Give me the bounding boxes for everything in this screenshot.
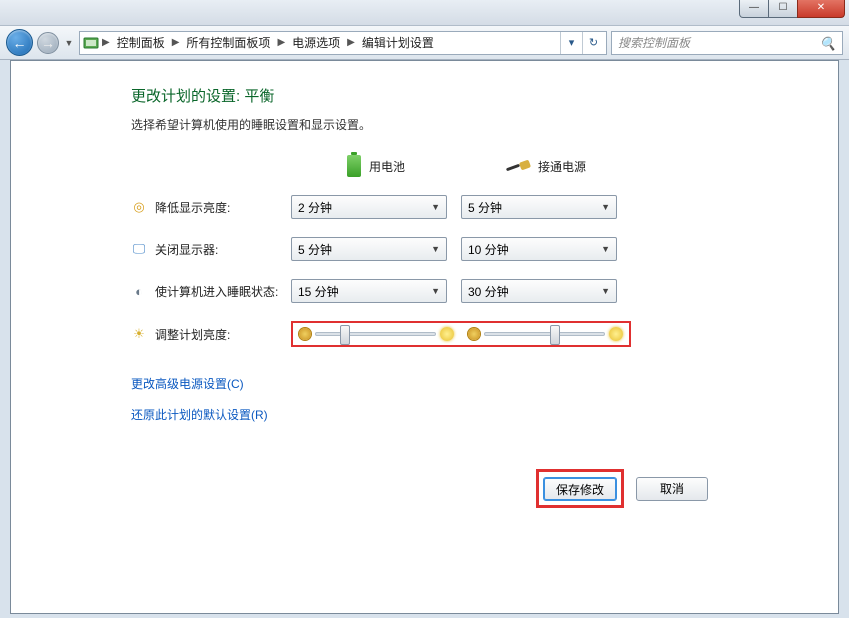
moon-icon: ◐ bbox=[131, 283, 147, 299]
history-dropdown[interactable]: ▼ bbox=[63, 33, 75, 53]
maximize-button[interactable]: ☐ bbox=[768, 0, 798, 18]
minimize-button[interactable]: — bbox=[739, 0, 769, 18]
page-title: 更改计划的设置: 平衡 bbox=[131, 85, 838, 106]
dialog-buttons: 保存修改 取消 bbox=[536, 469, 708, 508]
slider-track[interactable] bbox=[484, 332, 605, 336]
address-dropdown[interactable]: ▾ bbox=[560, 32, 582, 54]
settings-grid: 用电池 接通电源 ◎ 降低显示亮度: 2 分钟 5 分钟 🖵 关闭显示器: 5 … bbox=[131, 155, 838, 347]
control-panel-icon bbox=[82, 34, 100, 52]
restore-defaults-link[interactable]: 还原此计划的默认设置(R) bbox=[131, 406, 838, 423]
chevron-right-icon[interactable]: ▶ bbox=[170, 37, 182, 48]
slider-thumb[interactable] bbox=[550, 325, 560, 345]
breadcrumb-power-options[interactable]: 电源选项 bbox=[287, 32, 345, 54]
breadcrumb-root[interactable]: 控制面板 bbox=[112, 32, 170, 54]
sleep-battery-select[interactable]: 15 分钟 bbox=[291, 279, 447, 303]
sun-bright-icon bbox=[609, 327, 623, 341]
column-header-battery: 用电池 bbox=[291, 155, 461, 177]
chevron-right-icon[interactable]: ▶ bbox=[275, 37, 287, 48]
column-header-plugged: 接通电源 bbox=[461, 158, 631, 175]
column-header-battery-label: 用电池 bbox=[369, 158, 405, 175]
row-dim-text: 降低显示亮度: bbox=[155, 199, 230, 216]
row-brightness-label: ☀ 调整计划亮度: bbox=[131, 326, 291, 343]
content-pane: 更改计划的设置: 平衡 选择希望计算机使用的睡眠设置和显示设置。 用电池 接通电… bbox=[10, 60, 839, 614]
off-battery-value: 5 分钟 bbox=[298, 241, 332, 258]
brightness-battery-slider[interactable] bbox=[299, 327, 454, 341]
sun-dim-icon: ◎ bbox=[131, 199, 147, 215]
row-off-label: 🖵 关闭显示器: bbox=[131, 241, 291, 258]
search-placeholder: 搜索控制面板 bbox=[618, 34, 690, 51]
brightness-icon: ☀ bbox=[131, 326, 147, 342]
dim-battery-select[interactable]: 2 分钟 bbox=[291, 195, 447, 219]
row-sleep-text: 使计算机进入睡眠状态: bbox=[155, 283, 278, 300]
search-icon: 🔍 bbox=[820, 36, 836, 52]
dim-plugged-value: 5 分钟 bbox=[468, 199, 502, 216]
off-plugged-select[interactable]: 10 分钟 bbox=[461, 237, 617, 261]
window-titlebar: — ☐ ✕ bbox=[0, 0, 849, 26]
search-input[interactable]: 搜索控制面板 🔍 bbox=[611, 31, 843, 55]
brightness-plugged-slider[interactable] bbox=[468, 327, 623, 341]
refresh-button[interactable]: ↻ bbox=[582, 32, 604, 54]
breadcrumb-edit-plan[interactable]: 编辑计划设置 bbox=[357, 32, 439, 54]
cancel-button[interactable]: 取消 bbox=[636, 477, 708, 501]
sun-dim-icon bbox=[468, 328, 480, 340]
sun-dim-icon bbox=[299, 328, 311, 340]
forward-button[interactable]: → bbox=[37, 32, 59, 54]
row-brightness-text: 调整计划亮度: bbox=[155, 326, 230, 343]
save-button[interactable]: 保存修改 bbox=[543, 477, 617, 501]
off-battery-select[interactable]: 5 分钟 bbox=[291, 237, 447, 261]
plug-icon bbox=[506, 159, 530, 173]
sleep-plugged-value: 30 分钟 bbox=[468, 283, 509, 300]
row-sleep-label: ◐ 使计算机进入睡眠状态: bbox=[131, 283, 291, 300]
slider-thumb[interactable] bbox=[340, 325, 350, 345]
address-bar[interactable]: ▶ 控制面板 ▶ 所有控制面板项 ▶ 电源选项 ▶ 编辑计划设置 ▾ ↻ bbox=[79, 31, 607, 55]
advanced-settings-link[interactable]: 更改高级电源设置(C) bbox=[131, 375, 838, 392]
breadcrumb-all-items[interactable]: 所有控制面板项 bbox=[181, 32, 275, 54]
off-plugged-value: 10 分钟 bbox=[468, 241, 509, 258]
explorer-navbar: ← → ▼ ▶ 控制面板 ▶ 所有控制面板项 ▶ 电源选项 ▶ 编辑计划设置 ▾… bbox=[0, 26, 849, 60]
monitor-icon: 🖵 bbox=[131, 241, 147, 257]
slider-track[interactable] bbox=[315, 332, 436, 336]
dim-plugged-select[interactable]: 5 分钟 bbox=[461, 195, 617, 219]
column-header-plugged-label: 接通电源 bbox=[538, 158, 586, 175]
battery-icon bbox=[347, 155, 361, 177]
chevron-right-icon[interactable]: ▶ bbox=[345, 37, 357, 48]
sleep-plugged-select[interactable]: 30 分钟 bbox=[461, 279, 617, 303]
dim-battery-value: 2 分钟 bbox=[298, 199, 332, 216]
back-button[interactable]: ← bbox=[6, 29, 33, 56]
page-subtitle: 选择希望计算机使用的睡眠设置和显示设置。 bbox=[131, 116, 838, 133]
row-dim-label: ◎ 降低显示亮度: bbox=[131, 199, 291, 216]
save-highlight-box: 保存修改 bbox=[536, 469, 624, 508]
sun-bright-icon bbox=[440, 327, 454, 341]
row-off-text: 关闭显示器: bbox=[155, 241, 218, 258]
brightness-sliders-highlight bbox=[291, 321, 631, 347]
chevron-right-icon[interactable]: ▶ bbox=[100, 37, 112, 48]
close-button[interactable]: ✕ bbox=[797, 0, 845, 18]
sleep-battery-value: 15 分钟 bbox=[298, 283, 339, 300]
